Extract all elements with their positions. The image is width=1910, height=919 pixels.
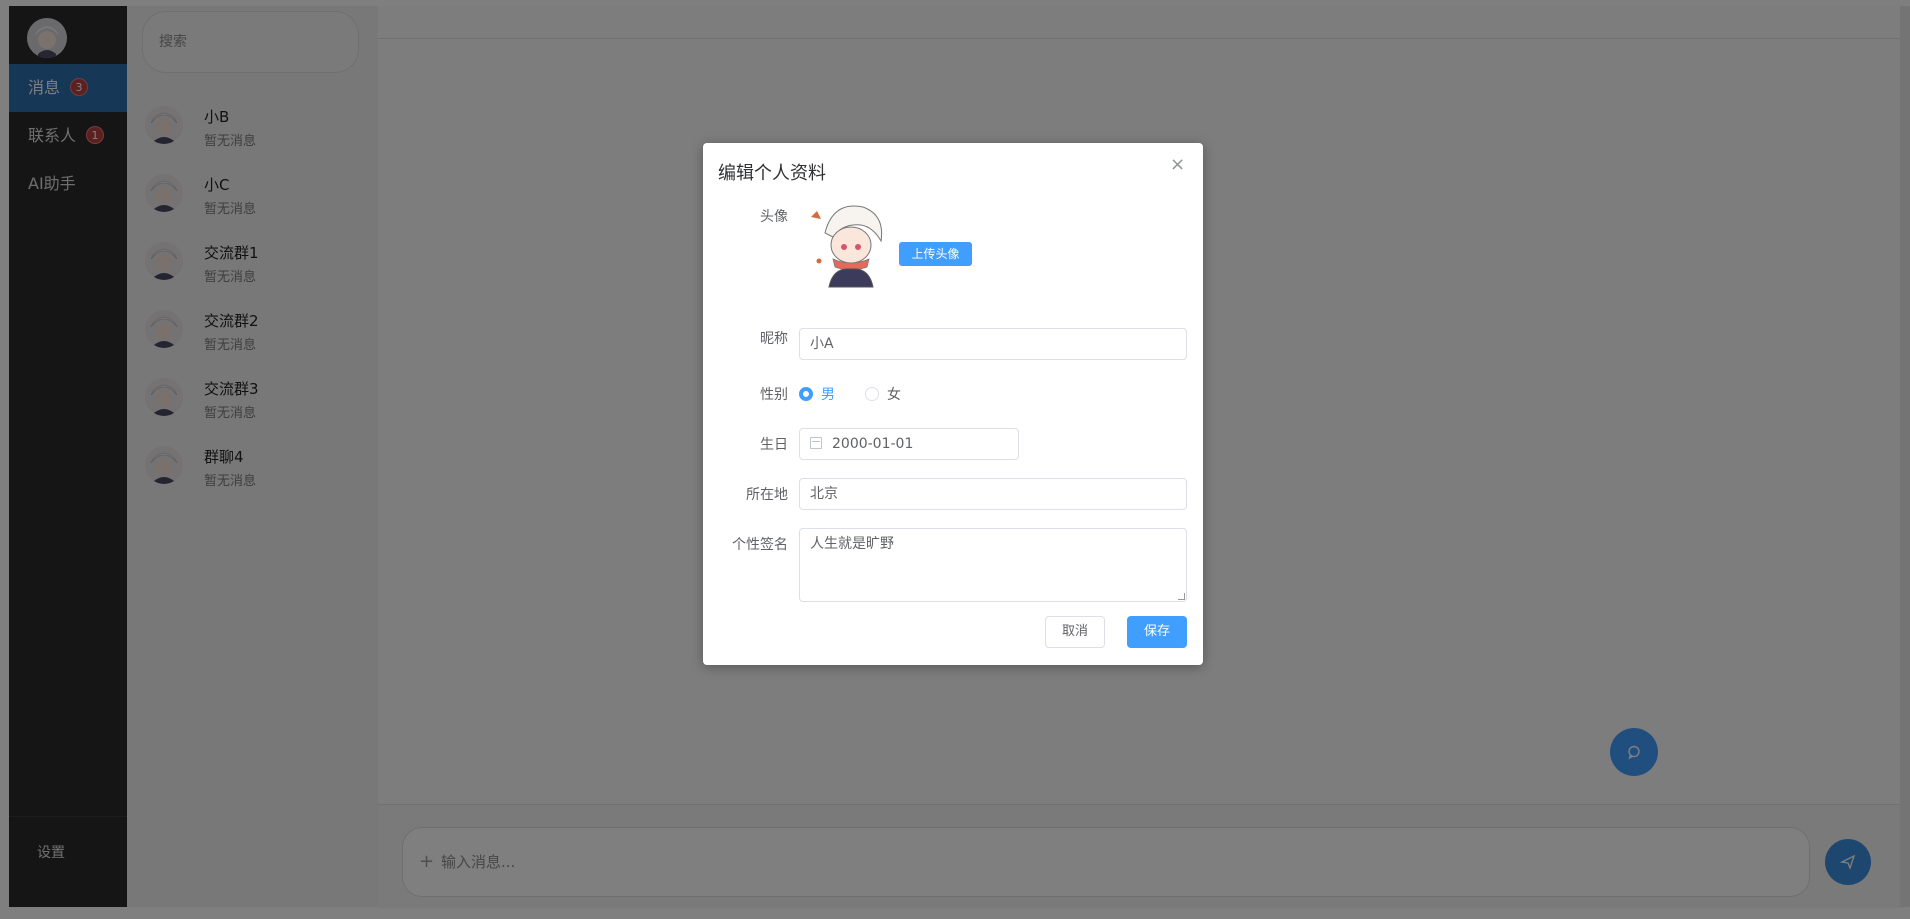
- avatar-label: 头像: [760, 209, 788, 225]
- nickname-input[interactable]: 小A: [799, 328, 1187, 360]
- cancel-button[interactable]: 取消: [1045, 616, 1105, 648]
- signature-value: 人生就是旷野: [810, 536, 894, 552]
- dialog-title: 编辑个人资料: [718, 163, 826, 184]
- resize-handle[interactable]: [1178, 593, 1185, 600]
- radio-unchecked-icon: [865, 387, 879, 401]
- upload-avatar-button[interactable]: 上传头像: [899, 242, 972, 266]
- close-icon[interactable]: ×: [1170, 154, 1185, 175]
- gender-radio-male[interactable]: 男: [799, 384, 835, 404]
- birthday-label: 生日: [760, 437, 788, 453]
- radio-checked-icon: [799, 387, 813, 401]
- profile-avatar-image: [803, 197, 895, 289]
- location-label: 所在地: [746, 487, 788, 503]
- edit-profile-dialog: 编辑个人资料 × 头像 上传头像 昵称 小A 性别 男 女 生日 2000-01…: [703, 143, 1203, 665]
- radio-label: 女: [887, 387, 901, 403]
- save-button[interactable]: 保存: [1127, 616, 1187, 648]
- radio-label: 男: [821, 387, 835, 403]
- nickname-label: 昵称: [760, 331, 788, 347]
- signature-label: 个性签名: [732, 537, 788, 553]
- birthday-date-picker[interactable]: 2000-01-01: [799, 428, 1019, 460]
- birthday-value: 2000-01-01: [832, 436, 914, 452]
- gender-label: 性别: [760, 387, 788, 403]
- location-input[interactable]: 北京: [799, 478, 1187, 510]
- signature-textarea[interactable]: 人生就是旷野: [799, 528, 1187, 602]
- gender-radio-female[interactable]: 女: [865, 384, 901, 404]
- calendar-icon: [810, 437, 822, 449]
